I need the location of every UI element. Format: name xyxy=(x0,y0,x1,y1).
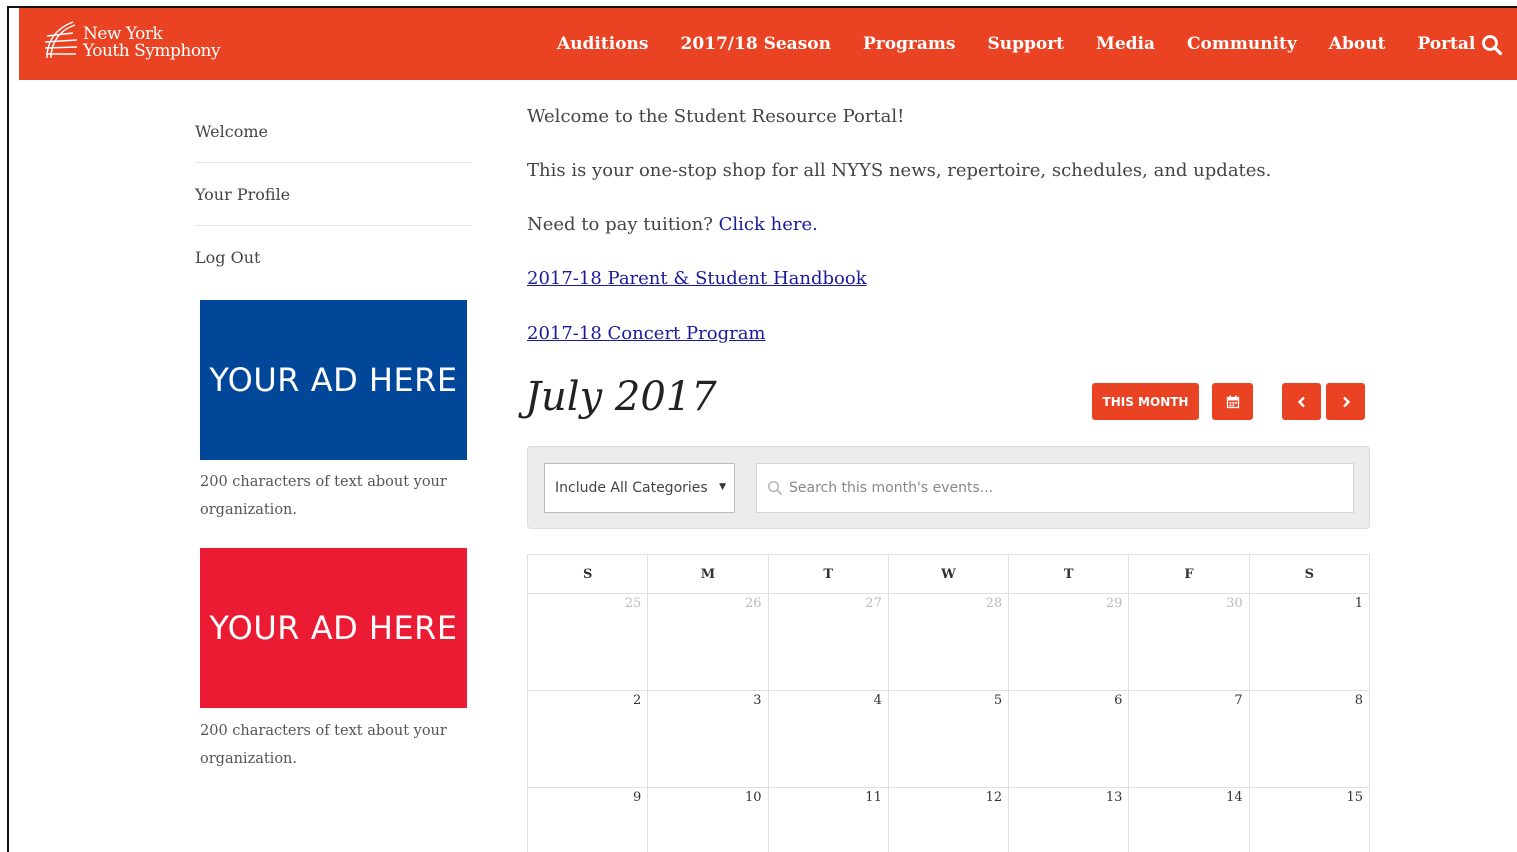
week-row: 9 10 11 12 13 14 15 xyxy=(526,787,1371,852)
ad-caption-line: 200 characters of text about your xyxy=(200,723,447,739)
sidebar-item-profile[interactable]: Your Profile xyxy=(195,163,472,226)
sidebar-item-logout[interactable]: Log Out xyxy=(195,226,472,289)
handbook-paragraph: 2017-18 Parent & Student Handbook xyxy=(527,268,867,289)
concert-program-link[interactable]: 2017-18 Concert Program xyxy=(527,323,766,344)
nav-season[interactable]: 2017/18 Season xyxy=(664,34,846,54)
week-row: 2 3 4 5 6 7 8 xyxy=(526,690,1371,788)
day-cell[interactable]: 27 xyxy=(767,593,889,691)
day-cell[interactable]: 8 xyxy=(1248,690,1371,788)
ad-caption: 200 characters of text about your organi… xyxy=(200,717,470,773)
category-select[interactable]: Include All Categories ▼ xyxy=(544,463,735,513)
nav-programs[interactable]: Programs xyxy=(847,34,972,54)
day-cell[interactable]: 1 xyxy=(1248,593,1371,691)
ad-caption-line: 200 characters of text about your xyxy=(200,474,447,490)
day-cell[interactable]: 4 xyxy=(767,690,889,788)
datepicker-button[interactable] xyxy=(1212,383,1253,420)
calendar-icon xyxy=(1226,395,1239,408)
nav-portal[interactable]: Portal xyxy=(1401,34,1491,54)
logo-text: New York Youth Symphony xyxy=(83,26,221,61)
weekday-tuesday: T xyxy=(767,554,889,594)
weekday-wednesday: W xyxy=(887,554,1010,594)
site-header: New York Youth Symphony Auditions 2017/1… xyxy=(19,8,1517,80)
ad-banner-blue[interactable]: YOUR AD HERE xyxy=(200,300,467,460)
week-row: 25 26 27 28 29 30 1 xyxy=(526,593,1371,691)
nav-auditions[interactable]: Auditions xyxy=(541,34,664,54)
ad-banner-red[interactable]: YOUR AD HERE xyxy=(200,548,467,708)
calendar-filter-bar: Include All Categories ▼ Search this mon… xyxy=(527,446,1370,529)
search-placeholder: Search this month's events... xyxy=(789,480,994,496)
day-cell[interactable]: 12 xyxy=(887,787,1010,852)
dropdown-arrow-icon: ▼ xyxy=(719,482,726,492)
weekday-saturday: S xyxy=(1248,554,1371,594)
day-cell[interactable]: 5 xyxy=(887,690,1010,788)
nav-about[interactable]: About xyxy=(1313,34,1402,54)
day-cell[interactable]: 13 xyxy=(1008,787,1130,852)
day-cell[interactable]: 6 xyxy=(1008,690,1130,788)
day-cell[interactable]: 10 xyxy=(647,787,769,852)
tuition-text: Need to pay tuition? Click here. xyxy=(527,214,818,235)
day-cell[interactable]: 26 xyxy=(647,593,769,691)
window-border-left xyxy=(7,6,9,852)
sidebar-item-welcome[interactable]: Welcome xyxy=(195,100,472,163)
intro-text: This is your one-stop shop for all NYYS … xyxy=(527,160,1272,181)
day-cell[interactable]: 9 xyxy=(526,787,649,852)
handbook-link[interactable]: 2017-18 Parent & Student Handbook xyxy=(527,268,867,289)
sidebar: Welcome Your Profile Log Out xyxy=(195,100,472,289)
next-month-button[interactable] xyxy=(1326,383,1365,420)
day-cell[interactable]: 30 xyxy=(1128,593,1250,691)
day-cell[interactable]: 2 xyxy=(526,690,649,788)
nav-community[interactable]: Community xyxy=(1171,34,1313,54)
chevron-left-icon xyxy=(1297,396,1305,407)
nav-support[interactable]: Support xyxy=(971,34,1080,54)
tuition-link[interactable]: Click here. xyxy=(719,214,818,235)
day-cell[interactable]: 28 xyxy=(887,593,1010,691)
this-month-button[interactable]: THIS MONTH xyxy=(1092,383,1199,420)
category-select-value: Include All Categories xyxy=(555,480,708,496)
weekday-thursday: T xyxy=(1008,554,1130,594)
ad-caption: 200 characters of text about your organi… xyxy=(200,468,470,524)
ad-caption-line: organization. xyxy=(200,751,297,767)
weekday-monday: M xyxy=(647,554,769,594)
day-cell[interactable]: 29 xyxy=(1008,593,1130,691)
weekday-sunday: S xyxy=(526,554,649,594)
welcome-heading: Welcome to the Student Resource Portal! xyxy=(527,106,905,127)
day-cell[interactable]: 14 xyxy=(1128,787,1250,852)
logo-line-2: Youth Symphony xyxy=(83,41,221,61)
main-nav: Auditions 2017/18 Season Programs Suppor… xyxy=(541,8,1491,80)
day-cell[interactable]: 15 xyxy=(1248,787,1371,852)
prev-month-button[interactable] xyxy=(1282,383,1321,420)
tuition-prefix: Need to pay tuition? xyxy=(527,214,719,235)
day-cell[interactable]: 25 xyxy=(526,593,649,691)
weekday-friday: F xyxy=(1128,554,1250,594)
program-paragraph: 2017-18 Concert Program xyxy=(527,323,766,344)
search-icon xyxy=(767,480,783,496)
calendar-title: July 2017 xyxy=(525,374,717,420)
search-icon[interactable] xyxy=(1481,34,1503,56)
nav-media[interactable]: Media xyxy=(1080,34,1171,54)
site-logo[interactable]: New York Youth Symphony xyxy=(43,20,243,68)
logo-icon xyxy=(44,21,78,59)
event-search-input[interactable]: Search this month's events... xyxy=(756,463,1354,513)
ad-caption-line: organization. xyxy=(200,502,297,518)
chevron-right-icon xyxy=(1342,396,1350,407)
weekday-header-row: S M T W T F S xyxy=(526,554,1371,594)
day-cell[interactable]: 7 xyxy=(1128,690,1250,788)
calendar-grid: S M T W T F S 25 26 27 28 29 30 1 2 3 4 … xyxy=(526,554,1371,852)
day-cell[interactable]: 11 xyxy=(767,787,889,852)
day-cell[interactable]: 3 xyxy=(647,690,769,788)
